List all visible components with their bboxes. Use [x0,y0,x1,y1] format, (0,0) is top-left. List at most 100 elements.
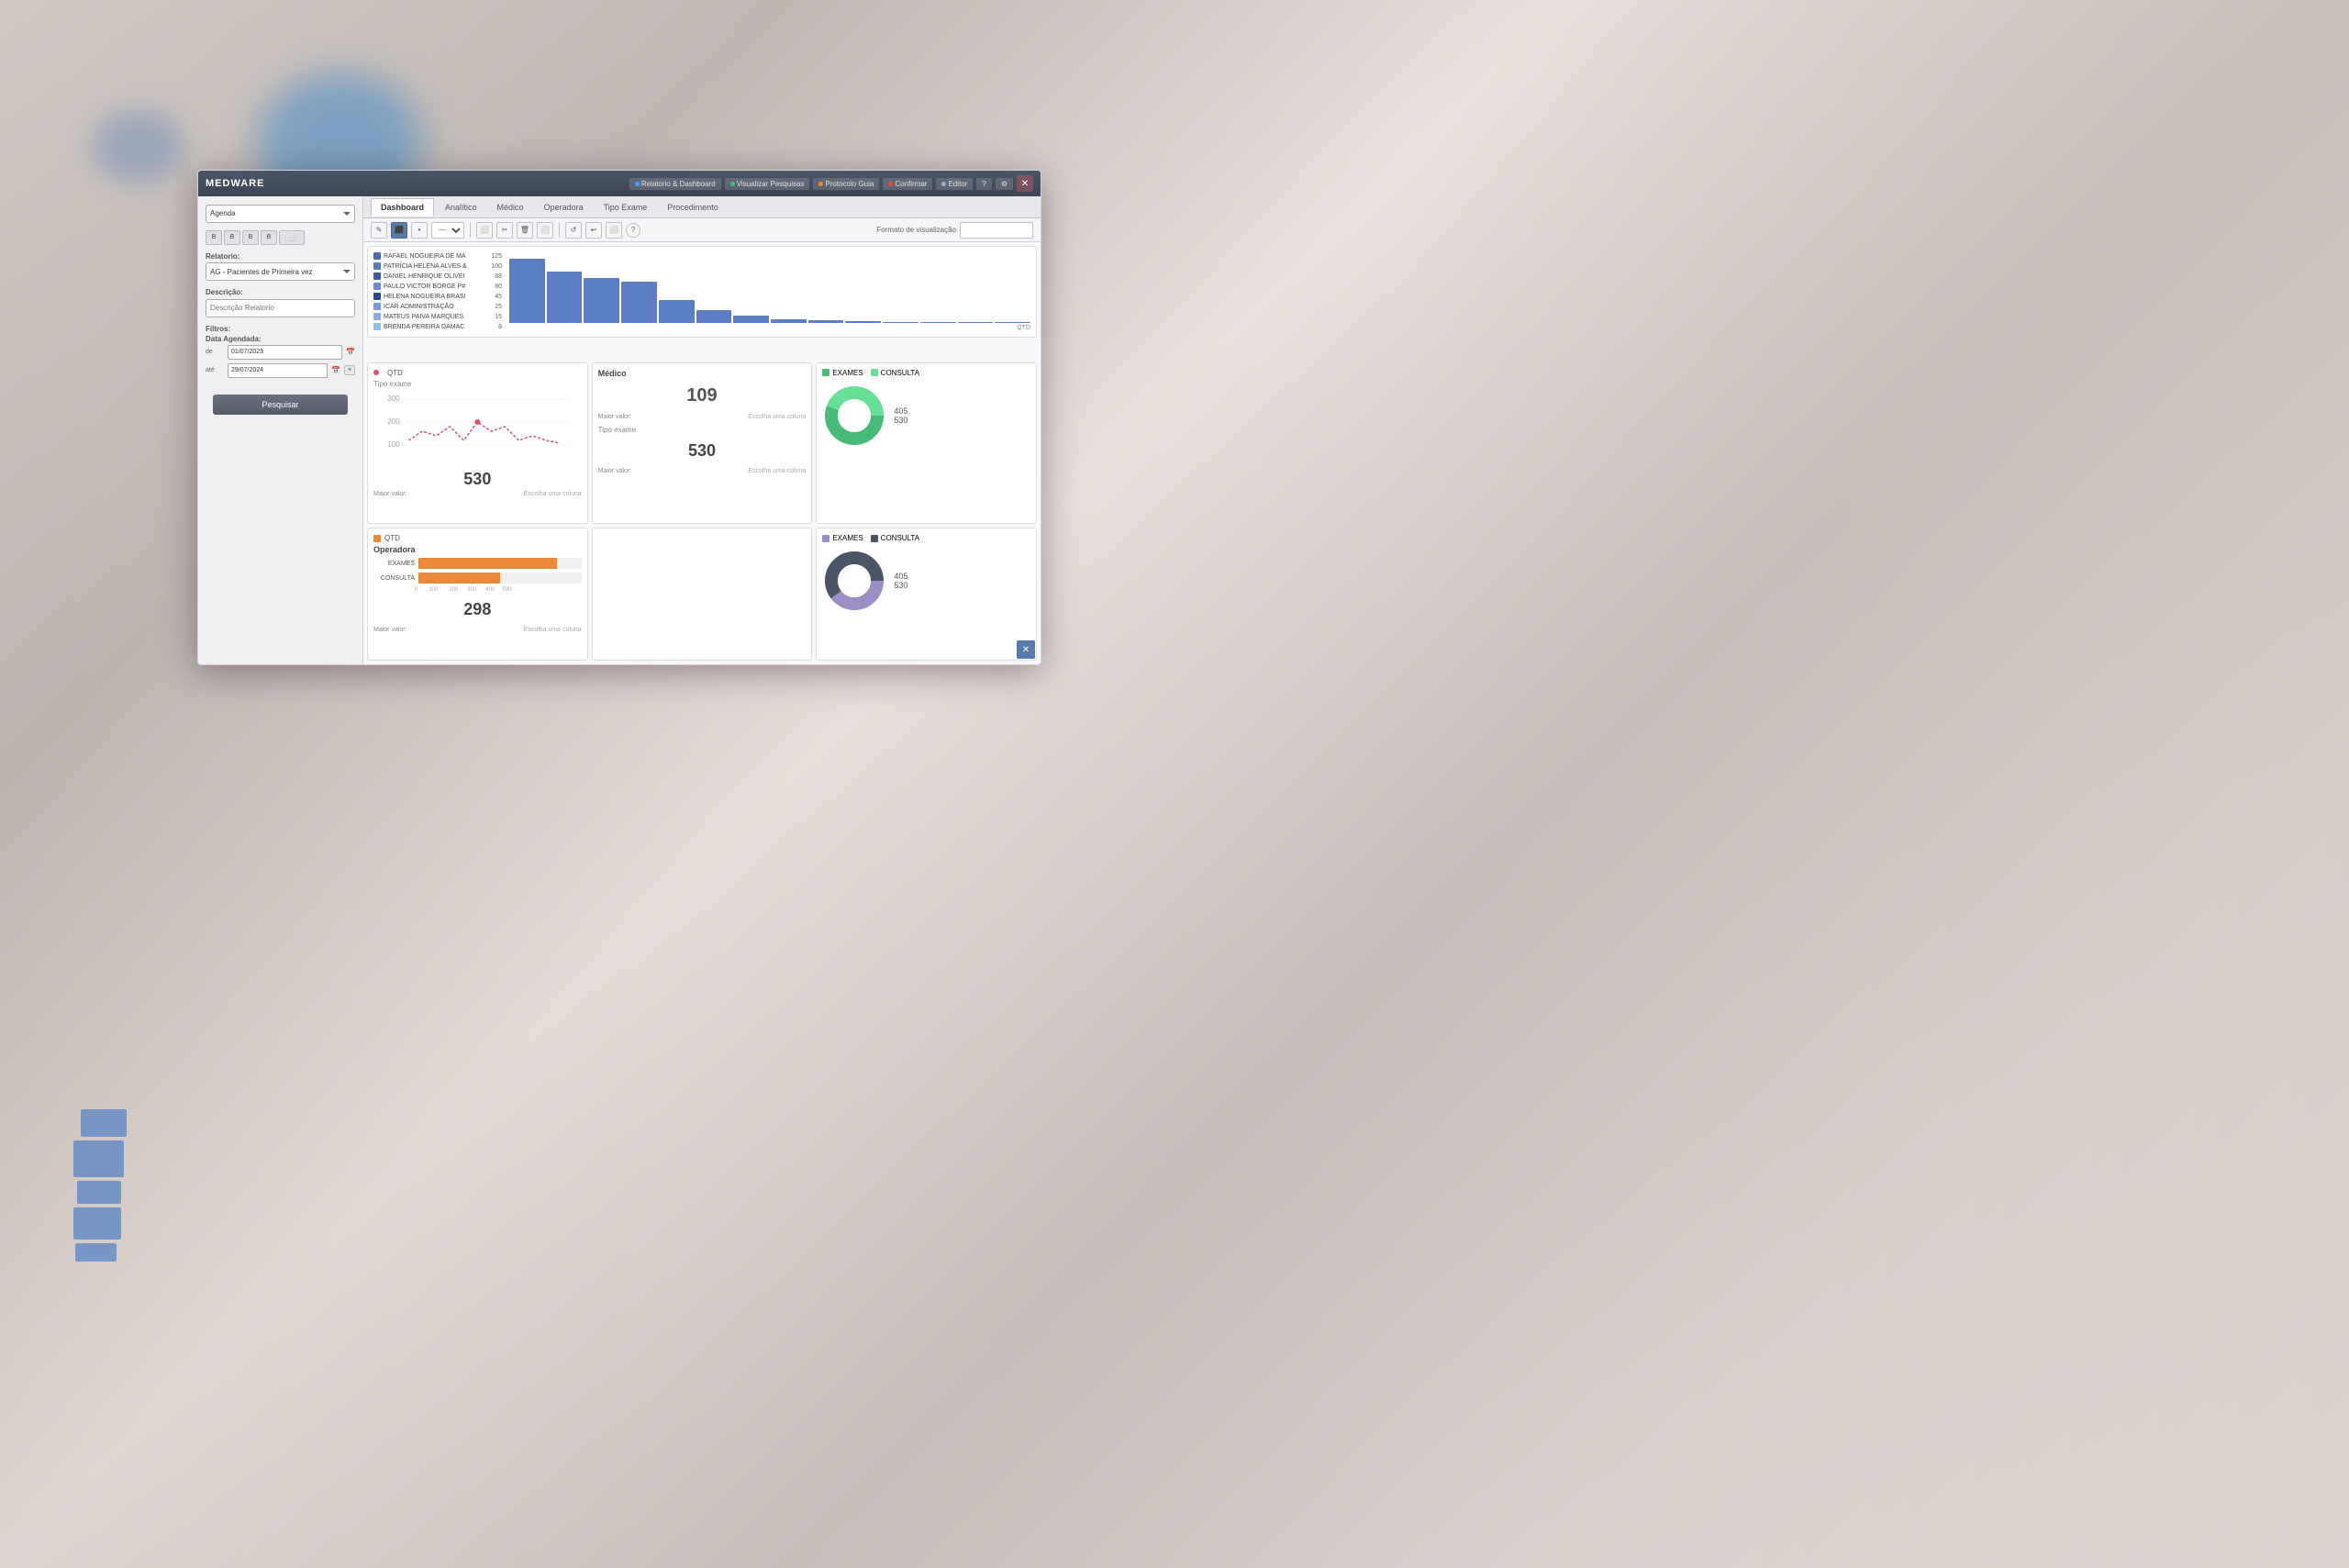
tipo-exame-value: 530 [598,441,807,461]
tab-tipo-exame[interactable]: Tipo Exame [595,199,657,216]
legend-name-2: PATRÍCIA HELENA ALVES & [384,263,467,270]
donut2-consulta-label: CONSULTA [881,534,919,542]
de-date-input[interactable] [228,345,342,360]
delete-btn[interactable]: 🗑 [517,222,533,239]
redo-btn[interactable]: ↺ [565,222,582,239]
sidebar-bottom: Pesquisar [206,385,355,422]
undo-btn[interactable]: ↩ [585,222,602,239]
dash-select[interactable]: — [431,222,464,239]
donut2-svg [822,549,886,613]
confirmar-dot [888,182,893,186]
settings-button-titlebar[interactable]: ⚙ [996,178,1013,190]
sidebar-tool-btn-4[interactable]: B [261,230,277,245]
title-bar-left: MEDWARE [206,178,264,189]
toolbar-sep1 [470,223,471,238]
search-button[interactable]: Pesquisar [213,395,348,415]
ate-date-input[interactable] [228,363,328,378]
operadora-title: Operadora [373,545,582,554]
medico-chart-title: Médico [598,369,807,378]
relatorio-dashboard-button[interactable]: Relatorio & Dashboard [629,178,721,190]
hbar-consulta-row: CONSULTA [373,573,582,584]
date-filter-extra-btn[interactable]: ≡ [344,365,355,375]
empty-chart-panel-1 [592,528,813,661]
medico-chart-panel: Médico 109 Maior valor: Escolha uma colu… [592,362,813,525]
hbar-consulta-fill [418,573,500,584]
protocolo-guia-button[interactable]: Protocolo Guia [813,178,879,190]
donut2-values: 405 530 [894,572,907,590]
donut1-container: 405 530 [822,384,1030,448]
copy-btn[interactable]: ⬜ [476,222,493,239]
legend-color-1 [373,252,381,260]
cut-btn[interactable]: ✂ [496,222,513,239]
data-agendada-label: Data Agendada: [206,335,355,343]
relatorio-label: Relatorio: [206,252,355,261]
donut1-legend-row: EXAMES CONSULTA [822,369,1030,380]
bar-5 [659,300,695,323]
bar-chart-area: QTD [509,252,1030,331]
toolbar-help-btn[interactable]: ? [626,223,640,238]
bar-11 [883,322,918,323]
agenda-select[interactable]: Agenda [206,205,355,223]
tab-analitico[interactable]: Analítico [436,199,486,216]
view-tool-btn[interactable]: ⬛ [391,222,407,239]
sidebar-tool-btn-1[interactable]: B [206,230,222,245]
donut2-exames-legend: EXAMES [822,534,863,542]
ate-calendar-icon[interactable]: 📅 [331,366,340,374]
toolbar-sep2 [559,223,560,238]
bar-12 [920,322,956,323]
relatorio-select[interactable]: AG - Pacientes de Primeira vez [206,262,355,281]
donut1-consulta-label: CONSULTA [881,369,919,377]
hbar-exames-label: EXAMES [373,561,415,567]
hbar-container: EXAMES CONSULTA [373,558,582,584]
top-bar-chart-panel: RAFAEL NOGUEIRA DE MA 125 PATRÍCIA HELEN… [367,246,1037,338]
title-bar: MEDWARE Relatorio & Dashboard Visualizar… [198,171,1041,196]
grid-btn[interactable]: ⬜ [606,222,622,239]
editor-dot [941,182,946,186]
legend-item-2: PATRÍCIA HELENA ALVES & 100 [373,262,502,270]
maior-valor-label-4: Maior valor: [373,627,407,633]
line-chart-svg: 300 200 100 [373,390,582,463]
dot-tool-btn[interactable]: • [411,222,428,239]
sidebar-tool-btn-5[interactable]: ⬜ [279,230,305,245]
help-button-titlebar[interactable]: ? [976,178,991,190]
descricao-input[interactable] [206,299,355,317]
editor-button[interactable]: Editor [936,178,973,190]
tab-operadora[interactable]: Operadora [535,199,593,216]
edit-tool-btn[interactable]: ✎ [371,222,387,239]
sidebar-tool-btn-2[interactable]: B [224,230,240,245]
donut1-val1: 405 [894,406,907,416]
legend-item-4: PAULO VICTOR BORGE P# 80 [373,283,502,290]
visualization-input[interactable] [960,222,1033,239]
qtd-dot [373,370,379,375]
maior-valor-label-3: Maior valor: [598,468,632,474]
de-calendar-icon[interactable]: 📅 [346,348,355,356]
medico-meta-row-1: Maior valor: Escolha uma coluna [598,414,807,420]
bar-8 [771,319,807,323]
donut2-container: 405 530 [822,549,1030,613]
sidebar-tool-btn-3[interactable]: B [242,230,259,245]
sidebar-toolbar: B B B B ⬜ [206,230,355,245]
legend-val-1: 125 [491,253,502,260]
visualizar-dot [730,182,735,186]
help-btn-bottom[interactable]: ✕ [1017,640,1035,659]
tab-medico[interactable]: Médico [488,199,533,216]
donut1-exames-label: EXAMES [832,369,863,377]
bar-chart-bars [509,259,1030,323]
close-window-button[interactable]: ✕ [1017,175,1033,192]
legend-val-4: 80 [495,284,502,290]
donut1-consulta-legend: CONSULTA [871,369,919,377]
tab-dashboard[interactable]: Dashboard [371,198,434,217]
donut1-consulta-dot [871,369,878,376]
bar-6 [696,310,732,323]
operadora-value-big: 298 [373,600,582,619]
protocolo-dot [818,182,823,186]
confirmar-button[interactable]: Confirmar [883,178,932,190]
align-btn[interactable]: ⬜ [537,222,553,239]
legend-color-4 [373,283,381,290]
visualizar-pesquisas-button[interactable]: Visualizar Pesquisas [725,178,810,190]
tab-procedimento[interactable]: Procedimento [658,199,728,216]
bar-2 [547,272,583,323]
descricao-label: Descrição: [206,288,355,296]
legend-val-6: 25 [495,304,502,310]
line-chart-meta: Maior valor: Escolha uma coluna [373,491,582,497]
